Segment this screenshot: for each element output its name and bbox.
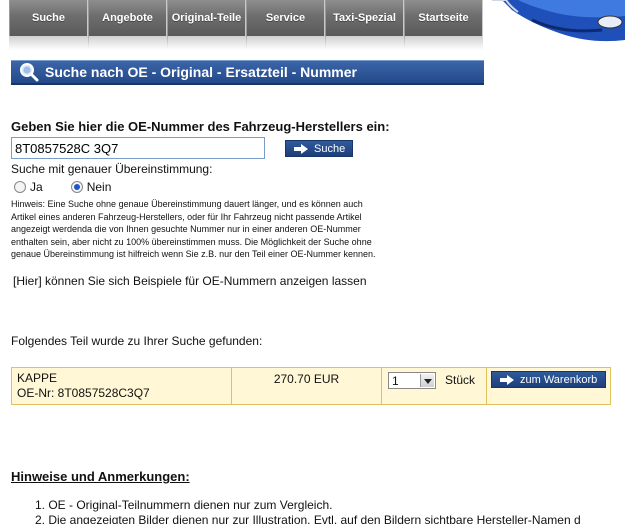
top-nav: Suche Angebote Original-Teile Service Ta… — [9, 0, 483, 36]
nav-label: Taxi-Spezial — [333, 12, 396, 24]
nav-item-service[interactable]: Service — [246, 0, 325, 36]
result-heading: Folgendes Teil wurde zu Ihrer Suche gefu… — [11, 334, 263, 348]
quantity-select[interactable]: 1 — [388, 372, 436, 389]
radio-ja-label: Ja — [30, 180, 43, 194]
nav-item-taxi-spezial[interactable]: Taxi-Spezial — [325, 0, 404, 36]
hint-line: genaue Übereinstimmung ist hilfreich wen… — [11, 249, 376, 259]
nav-item-suche[interactable]: Suche — [9, 0, 88, 36]
nav-item-original-teile[interactable]: Original-Teile — [167, 0, 246, 36]
examples-link[interactable]: [Hier] können Sie sich Beispiele für OE-… — [13, 274, 367, 288]
nav-label: Startseite — [418, 12, 469, 24]
hint-line: Hinweis: Eine Suche ohne genaue Übereins… — [11, 199, 363, 209]
radio-ja[interactable] — [14, 181, 26, 193]
hint-line: angezeigt werdenda die von Ihnen gesucht… — [11, 224, 361, 234]
search-hint: Hinweis: Eine Suche ohne genaue Übereins… — [11, 198, 451, 261]
cart-cell: zum Warenkorb — [487, 368, 610, 404]
exact-match-label: Suche mit genauer Übereinstimmung: — [11, 162, 213, 176]
nav-shadow — [9, 36, 483, 50]
section-header: Suche nach OE - Original - Ersatzteil - … — [11, 60, 484, 85]
radio-nein[interactable] — [70, 181, 83, 193]
hint-line: Artikel eines anderen Fahrzeug-Herstelle… — [11, 211, 362, 222]
part-price: 270.70 EUR — [232, 368, 382, 404]
search-button-label: Suche — [314, 142, 346, 155]
result-row: KAPPE OE-Nr: 8T0857528C3Q7 270.70 EUR 1 … — [11, 367, 611, 405]
quantity-cell: 1 Stück — [382, 368, 487, 404]
part-name: KAPPE — [17, 371, 58, 385]
radio-nein-label: Nein — [86, 180, 112, 194]
quantity-value: 1 — [392, 373, 399, 388]
page-title: Suche nach OE - Original - Ersatzteil - … — [45, 64, 357, 80]
add-to-cart-label: zum Warenkorb — [520, 373, 598, 386]
result-part-cell: KAPPE OE-Nr: 8T0857528C3Q7 — [12, 368, 232, 404]
nav-label: Angebote — [102, 12, 153, 24]
nav-item-angebote[interactable]: Angebote — [88, 0, 167, 36]
notes-list: 1. OE - Original-Teilnummern dienen nur … — [35, 498, 625, 524]
note-item: 1. OE - Original-Teilnummern dienen nur … — [35, 498, 333, 512]
magnifier-icon — [20, 63, 39, 82]
car-image — [492, 0, 625, 44]
nav-item-startseite[interactable]: Startseite — [404, 0, 483, 36]
arrow-right-icon — [500, 374, 514, 385]
oe-number-input[interactable] — [11, 137, 265, 159]
notes-title: Hinweise und Anmerkungen: — [11, 469, 190, 484]
note-item: 2. Die angezeigten Bilder dienen nur zur… — [35, 513, 581, 524]
nav-label: Original-Teile — [171, 12, 242, 24]
search-button[interactable]: Suche — [285, 140, 353, 157]
nav-label: Service — [265, 12, 306, 24]
hint-line: enthalten sein, aber nicht zu 100% übere… — [11, 236, 372, 247]
nav-label: Suche — [31, 12, 65, 24]
quantity-unit: Stück — [445, 373, 476, 387]
chevron-down-icon — [420, 374, 434, 387]
part-oe-number: OE-Nr: 8T0857528C3Q7 — [17, 386, 150, 400]
add-to-cart-button[interactable]: zum Warenkorb — [491, 371, 606, 388]
arrow-right-icon — [294, 143, 308, 154]
oe-number-label: Geben Sie hier die OE-Nummer des Fahrzeu… — [11, 119, 390, 134]
exact-match-options: Ja Nein — [14, 180, 111, 194]
